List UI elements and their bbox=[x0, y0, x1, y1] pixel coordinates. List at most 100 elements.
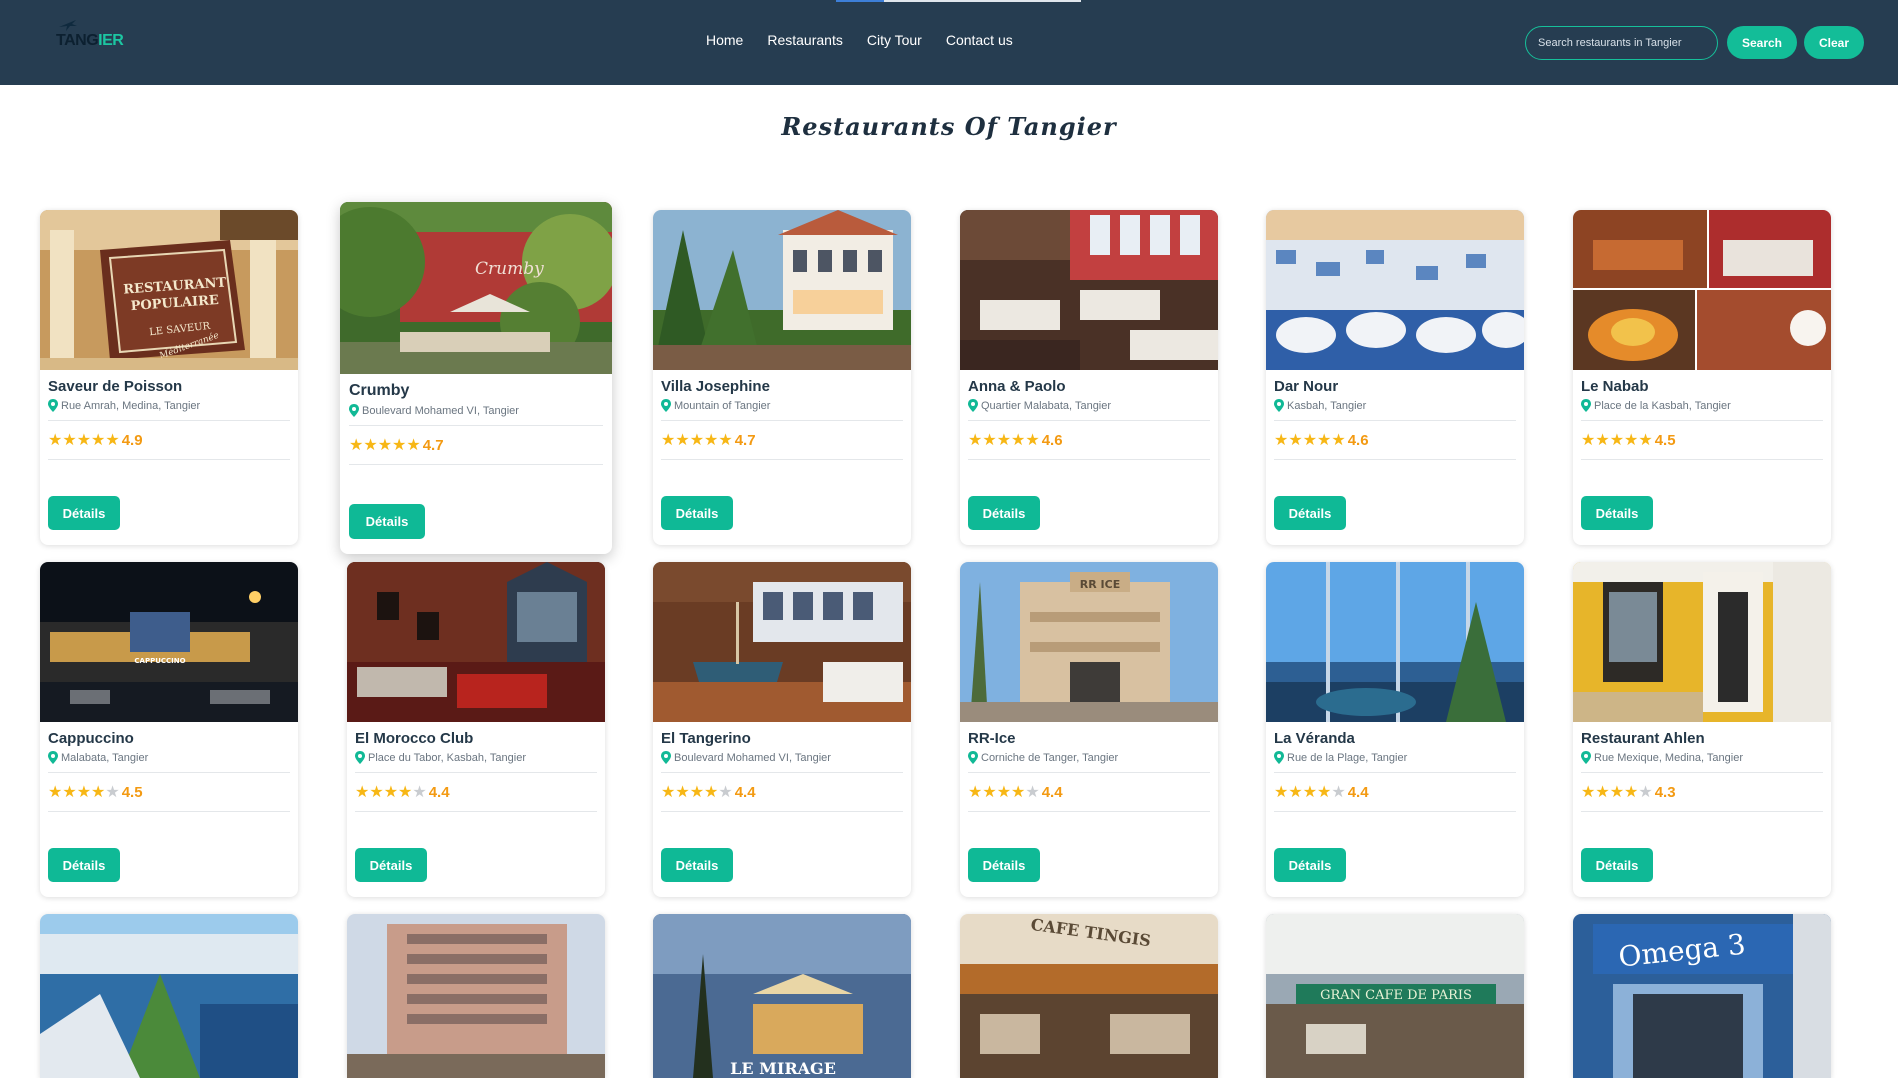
restaurant-card: CAFE TINGIS bbox=[960, 914, 1218, 1078]
site-logo[interactable]: TANGIER bbox=[50, 18, 124, 52]
star-icon: ★ bbox=[91, 430, 106, 449]
restaurant-photo: GRAN CAFE DE PARIS bbox=[1266, 914, 1524, 1078]
details-button[interactable]: Détails bbox=[661, 496, 733, 530]
star-icon: ★ bbox=[982, 430, 997, 449]
svg-text:CAPPUCCINO: CAPPUCCINO bbox=[134, 657, 185, 665]
divider bbox=[1581, 459, 1823, 460]
star-icon: ★ bbox=[62, 430, 77, 449]
rating-value: 4.6 bbox=[1347, 431, 1369, 449]
rating: ★ ★ ★ ★ ★ 4.9 bbox=[48, 431, 290, 449]
search-button[interactable]: Search bbox=[1727, 26, 1797, 59]
map-pin-icon bbox=[48, 751, 58, 764]
star-icon: ★ bbox=[398, 782, 413, 801]
divider bbox=[661, 459, 903, 460]
divider bbox=[349, 464, 603, 465]
map-pin-icon bbox=[1581, 751, 1591, 764]
restaurant-card: El Tangerino Boulevard Mohamed VI, Tangi… bbox=[653, 562, 911, 897]
star-icon: ★ bbox=[383, 782, 399, 801]
star-icon: ★ bbox=[1288, 782, 1303, 801]
restaurant-location: Mountain of Tangier bbox=[661, 399, 903, 412]
star-icon: ★ bbox=[1609, 430, 1625, 449]
nav-contact-us[interactable]: Contact us bbox=[946, 32, 1013, 48]
restaurant-photo: Omega 3 bbox=[1573, 914, 1831, 1078]
restaurant-photo bbox=[40, 914, 298, 1078]
rating-value: 4.4 bbox=[734, 783, 756, 801]
star-icon: ★ bbox=[661, 782, 676, 801]
restaurant-name: Le Nabab bbox=[1581, 378, 1649, 395]
star-icon: ★ bbox=[1302, 782, 1318, 801]
details-button[interactable]: Détails bbox=[1581, 496, 1653, 530]
rating-value: 4.4 bbox=[428, 783, 450, 801]
rating: ★ ★ ★ ★ ★ 4.3 bbox=[1581, 783, 1823, 801]
rating-value: 4.4 bbox=[1041, 783, 1063, 801]
restaurant-photo: CAPPUCCINO bbox=[40, 562, 298, 722]
details-button[interactable]: Détails bbox=[1581, 848, 1653, 882]
divider bbox=[1274, 459, 1516, 460]
map-pin-icon bbox=[355, 751, 365, 764]
star-icon: ★ bbox=[91, 782, 106, 801]
details-button[interactable]: Détails bbox=[661, 848, 733, 882]
map-pin-icon bbox=[1274, 751, 1284, 764]
restaurant-location: Boulevard Mohamed VI, Tangier bbox=[349, 404, 603, 417]
divider bbox=[1274, 772, 1516, 773]
nav-home[interactable]: Home bbox=[706, 32, 743, 48]
star-icon: ★ bbox=[1609, 782, 1625, 801]
restaurant-card: La Véranda Rue de la Plage, Tangier ★ ★ ★ ★… bbox=[1266, 562, 1524, 897]
restaurant-location: Boulevard Mohamed VI, Tangier bbox=[661, 751, 903, 764]
restaurant-photo bbox=[347, 562, 605, 722]
star-icon: ★ bbox=[661, 430, 676, 449]
rating: ★ ★ ★ ★ ★ 4.4 bbox=[968, 783, 1210, 801]
divider bbox=[968, 459, 1210, 460]
star-icon: ★ bbox=[105, 782, 120, 801]
divider bbox=[1581, 420, 1823, 421]
rating: ★ ★ ★ ★ ★ 4.5 bbox=[1581, 431, 1823, 449]
restaurant-photo bbox=[653, 210, 911, 370]
svg-text:GRAN CAFE DE PARIS: GRAN CAFE DE PARIS bbox=[1320, 988, 1472, 1003]
divider bbox=[661, 772, 903, 773]
restaurant-photo: Crumby bbox=[340, 202, 612, 374]
restaurant-name: El Morocco Club bbox=[355, 730, 474, 747]
search-input[interactable] bbox=[1525, 26, 1718, 60]
restaurant-card: Restaurant Ahlen Rue Mexique, Medina, Ta… bbox=[1573, 562, 1831, 897]
divider bbox=[1274, 811, 1516, 812]
restaurant-location: Place de la Kasbah, Tangier bbox=[1581, 399, 1823, 412]
clear-button[interactable]: Clear bbox=[1804, 26, 1864, 59]
restaurant-card: Omega 3 bbox=[1573, 914, 1831, 1078]
details-button[interactable]: Détails bbox=[48, 848, 120, 882]
details-button[interactable]: Détails bbox=[349, 504, 425, 539]
restaurant-name: RR-Ice bbox=[968, 730, 1016, 747]
star-icon: ★ bbox=[1025, 782, 1040, 801]
star-icon: ★ bbox=[968, 782, 983, 801]
divider bbox=[968, 420, 1210, 421]
star-icon: ★ bbox=[1331, 782, 1346, 801]
details-button[interactable]: Détails bbox=[1274, 496, 1346, 530]
star-icon: ★ bbox=[76, 782, 92, 801]
star-icon: ★ bbox=[1638, 430, 1653, 449]
details-button[interactable]: Détails bbox=[48, 496, 120, 530]
star-icon: ★ bbox=[369, 782, 384, 801]
rating-value: 4.4 bbox=[1347, 783, 1369, 801]
rating: ★ ★ ★ ★ ★ 4.5 bbox=[48, 783, 290, 801]
rating-value: 4.9 bbox=[121, 431, 143, 449]
rating-value: 4.5 bbox=[1654, 431, 1676, 449]
top-navbar: TANGIER Home Restaurants City Tour Conta… bbox=[0, 0, 1898, 85]
restaurant-card: CAPPUCCINO Cappuccino Malabata, Tangier … bbox=[40, 562, 298, 897]
map-pin-icon bbox=[661, 751, 671, 764]
details-button[interactable]: Détails bbox=[1274, 848, 1346, 882]
details-button[interactable]: Détails bbox=[968, 496, 1040, 530]
restaurant-card: El Morocco Club Place du Tabor, Kasbah, … bbox=[347, 562, 605, 897]
rating: ★ ★ ★ ★ ★ 4.4 bbox=[355, 783, 597, 801]
restaurant-card: RESTAURANT POPULAIRE LE SAVEUR Méditerra… bbox=[40, 210, 298, 545]
nav-restaurants[interactable]: Restaurants bbox=[767, 32, 842, 48]
star-icon: ★ bbox=[689, 430, 705, 449]
star-icon: ★ bbox=[996, 430, 1012, 449]
star-icon: ★ bbox=[1581, 430, 1596, 449]
restaurant-photo: RESTAURANT POPULAIRE LE SAVEUR Méditerra… bbox=[40, 210, 298, 370]
details-button[interactable]: Détails bbox=[355, 848, 427, 882]
nav-city-tour[interactable]: City Tour bbox=[867, 32, 922, 48]
star-icon: ★ bbox=[1624, 782, 1639, 801]
details-button[interactable]: Détails bbox=[968, 848, 1040, 882]
divider bbox=[48, 811, 290, 812]
star-icon: ★ bbox=[412, 782, 427, 801]
restaurant-card: Le Nabab Place de la Kasbah, Tangier ★ ★ ★… bbox=[1573, 210, 1831, 545]
